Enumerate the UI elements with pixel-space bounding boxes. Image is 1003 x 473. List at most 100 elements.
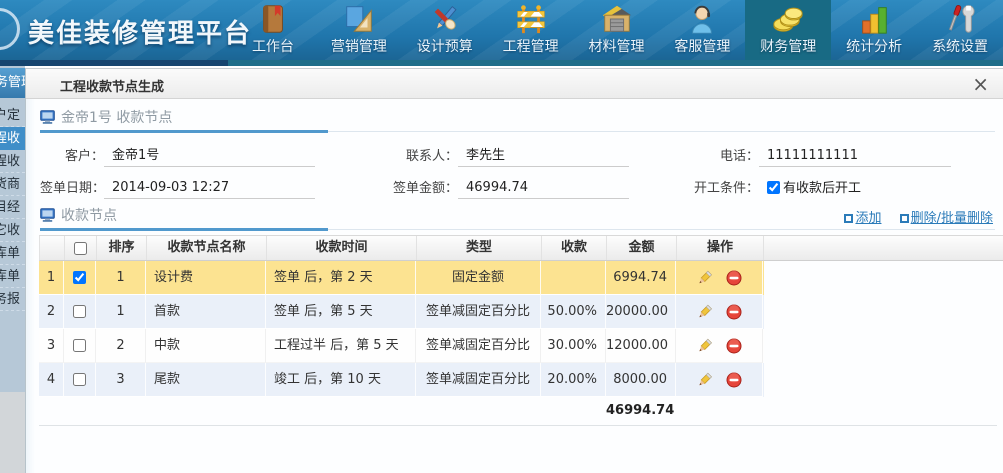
phone-value[interactable]: 11111111111 — [759, 148, 951, 167]
add-node-link[interactable]: 添加 — [844, 211, 881, 226]
cell-percent — [541, 261, 606, 295]
nav-item-label: 客服管理 — [659, 36, 745, 56]
table-header-ops: 操作 — [677, 236, 764, 260]
customer-label: 客户： — [40, 145, 104, 167]
row-checkbox[interactable] — [73, 373, 86, 386]
table-header-order: 排序 — [97, 236, 147, 260]
cell-type: 签单减固定百分比 — [416, 329, 541, 363]
delete-minus-icon[interactable] — [726, 372, 742, 388]
delete-node-link[interactable]: 删除/批量删除 — [900, 211, 993, 226]
sidebar-item-4[interactable]: 货商 — [0, 173, 25, 196]
sidebar-item-9[interactable]: 务报 — [0, 288, 25, 311]
cell-ops — [676, 261, 763, 295]
sidebar-item-3[interactable]: 程收 — [0, 150, 25, 173]
row-checkbox[interactable] — [73, 271, 86, 284]
cell-amount: 8000.00 — [606, 363, 676, 397]
start-condition-label: 开工条件： — [681, 177, 759, 199]
sidebar-item-8[interactable]: 库单 — [0, 265, 25, 288]
material-warehouse-icon — [600, 2, 634, 36]
sign-date-label: 签单日期： — [40, 177, 104, 199]
table-header-amount: 金额 — [607, 236, 677, 260]
phone-label: 电话： — [681, 145, 759, 167]
sidebar-header: 务管理 — [0, 68, 25, 98]
node-actions: 添加 删除/批量删除 — [830, 207, 993, 226]
customer-form-row-1: 客户： 金帝1号 联系人： 李先生 电话： 11111111111 — [40, 141, 951, 167]
delete-minus-icon[interactable] — [726, 270, 742, 286]
nav-item-7[interactable]: 财务管理 — [745, 0, 831, 60]
cell-num: 3 — [39, 329, 64, 363]
cell-ops — [676, 329, 763, 363]
customer-value[interactable]: 金帝1号 — [104, 144, 315, 167]
cell-name: 设计费 — [146, 261, 266, 295]
delete-minus-icon[interactable] — [726, 338, 742, 354]
nav-item-9[interactable]: 系统设置 — [917, 0, 1003, 60]
nav-item-label: 工作台 — [230, 36, 316, 56]
nav-item-5[interactable]: 材料管理 — [574, 0, 660, 60]
cell-type: 签单减固定百分比 — [416, 295, 541, 329]
start-condition-checkbox[interactable] — [767, 181, 780, 194]
sidebar-item-6[interactable]: 它收 — [0, 219, 25, 242]
nav-item-1[interactable]: 工作台 — [230, 0, 316, 60]
section-customer-title: 金帝1号 收款节点 — [61, 110, 172, 126]
table-header-name: 收款节点名称 — [147, 236, 267, 260]
close-icon[interactable]: × — [972, 71, 989, 97]
nav-item-2[interactable]: 营销管理 — [316, 0, 402, 60]
dialog-title: 工程收款节点生成 — [60, 76, 164, 95]
cell-check — [64, 295, 96, 329]
cell-ops — [676, 363, 763, 397]
start-condition-checkbox-label: 有收款后开工 — [783, 181, 861, 196]
contact-label: 联系人： — [380, 145, 458, 167]
payment-node-table: 排序收款节点名称收款时间类型收款金额操作 11设计费签单 后，第 2 天固定金额… — [39, 235, 1003, 424]
row-checkbox[interactable] — [73, 305, 86, 318]
cell-order: 3 — [96, 363, 146, 397]
cell-time: 签单 后，第 5 天 — [266, 295, 416, 329]
cell-amount: 12000.00 — [606, 329, 676, 363]
cell-percent: 30.00% — [541, 329, 606, 363]
delete-minus-icon[interactable] — [726, 304, 742, 320]
app-logo: 美佳装修管理平台 — [0, 0, 230, 60]
select-all-checkbox[interactable] — [74, 242, 87, 255]
table-header-type: 类型 — [417, 236, 542, 260]
nav-item-label: 统计分析 — [831, 36, 917, 56]
top-navigation-bar: 美佳装修管理平台 工作台 营销管理 设计预算 工程管理 材料管理 客服管理 财务… — [0, 0, 1003, 66]
sidebar-item-1[interactable]: 户定 — [0, 104, 25, 127]
edit-pencil-icon[interactable] — [696, 270, 712, 286]
sign-amount-label: 签单金额： — [380, 177, 458, 199]
logo-mark-icon — [0, 8, 20, 50]
table-bottom-divider — [39, 425, 997, 426]
total-amount: 46994.74 — [606, 403, 676, 418]
edit-pencil-icon[interactable] — [696, 372, 712, 388]
stats-chart-icon — [857, 2, 891, 36]
table-header-check — [65, 236, 97, 260]
table-header-time: 收款时间 — [267, 236, 417, 260]
nav-item-label: 工程管理 — [488, 36, 574, 56]
monitor-icon — [40, 110, 55, 128]
nav-item-6[interactable]: 客服管理 — [659, 0, 745, 60]
row-checkbox[interactable] — [73, 339, 86, 352]
sidebar-item-7[interactable]: 库单 — [0, 242, 25, 265]
cell-ops — [676, 295, 763, 329]
sign-amount-value[interactable]: 46994.74 — [458, 180, 629, 199]
cell-name: 首款 — [146, 295, 266, 329]
sidebar-item-2[interactable]: 程收 — [0, 127, 25, 150]
settings-tools-icon — [943, 2, 977, 36]
nav-item-8[interactable]: 统计分析 — [831, 0, 917, 60]
cell-num: 2 — [39, 295, 64, 329]
table-row-3: 32中款工程过半 后，第 5 天签单减固定百分比30.00%12000.00 — [39, 329, 764, 363]
cell-time: 竣工 后，第 10 天 — [266, 363, 416, 397]
contact-value[interactable]: 李先生 — [458, 144, 629, 167]
table-header-num — [40, 236, 65, 260]
edit-pencil-icon[interactable] — [696, 304, 712, 320]
section-underline — [40, 130, 328, 133]
cell-percent: 50.00% — [541, 295, 606, 329]
nav-item-4[interactable]: 工程管理 — [488, 0, 574, 60]
sign-date-value[interactable]: 2014-09-03 12:27 — [104, 180, 315, 199]
cell-check — [64, 363, 96, 397]
table-row-1: 11设计费签单 后，第 2 天固定金额6994.74 — [39, 261, 764, 295]
sidebar-item-5[interactable]: 目经 — [0, 196, 25, 219]
cell-type: 固定金额 — [416, 261, 541, 295]
section-underline — [40, 228, 328, 231]
table-header-row: 排序收款节点名称收款时间类型收款金额操作 — [39, 235, 1003, 261]
edit-pencil-icon[interactable] — [696, 338, 712, 354]
nav-item-3[interactable]: 设计预算 — [402, 0, 488, 60]
